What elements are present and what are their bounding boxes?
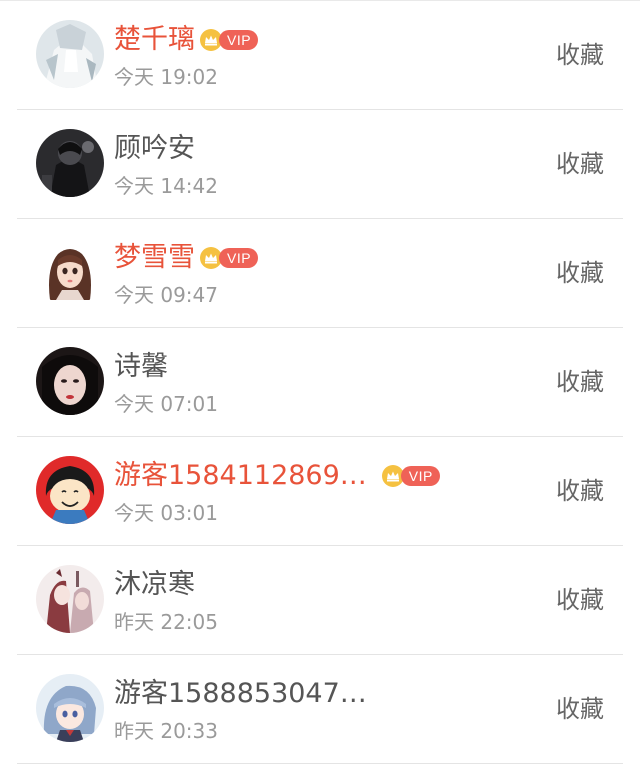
avatar[interactable] bbox=[36, 347, 104, 415]
user-name: 顾吟安 bbox=[114, 133, 195, 164]
user-list: 楚千璃 VIP 今天 19:02 收藏 顾吟安 今天 14:42 收藏 梦雪雪 … bbox=[0, 0, 640, 766]
list-item[interactable]: 游客1588853047… 昨天 20:33 收藏 bbox=[0, 655, 640, 764]
favorite-button[interactable]: 收藏 bbox=[556, 693, 604, 725]
vip-label: VIP bbox=[219, 30, 259, 50]
avatar[interactable] bbox=[36, 238, 104, 306]
list-item[interactable]: 顾吟安 今天 14:42 收藏 bbox=[0, 110, 640, 219]
name-line: 游客1584112869… VIP bbox=[114, 459, 440, 493]
list-item[interactable]: 梦雪雪 VIP 今天 09:47 收藏 bbox=[0, 219, 640, 328]
timestamp: 今天 07:01 bbox=[114, 392, 218, 416]
vip-label: VIP bbox=[219, 248, 259, 268]
user-name: 楚千璃 bbox=[114, 24, 195, 55]
name-line: 游客1588853047… bbox=[114, 677, 367, 711]
favorite-button[interactable]: 收藏 bbox=[556, 148, 604, 180]
avatar[interactable] bbox=[36, 129, 104, 197]
list-item[interactable]: 游客1584112869… VIP 今天 03:01 收藏 bbox=[0, 437, 640, 546]
timestamp: 今天 14:42 bbox=[114, 174, 218, 198]
name-line: 梦雪雪 VIP bbox=[114, 241, 259, 275]
user-name: 诗馨 bbox=[114, 351, 168, 382]
timestamp: 昨天 20:33 bbox=[114, 719, 218, 743]
vip-label: VIP bbox=[400, 466, 440, 486]
avatar[interactable] bbox=[36, 565, 104, 633]
favorite-button[interactable]: 收藏 bbox=[556, 39, 604, 71]
favorite-button[interactable]: 收藏 bbox=[556, 475, 604, 507]
vip-badge: VIP bbox=[381, 465, 440, 487]
list-item[interactable]: 沐凉寒 昨天 22:05 收藏 bbox=[0, 546, 640, 655]
timestamp: 今天 09:47 bbox=[114, 283, 218, 307]
timestamp: 今天 19:02 bbox=[114, 65, 218, 89]
user-name: 梦雪雪 bbox=[114, 242, 195, 273]
user-name: 游客1588853047… bbox=[114, 678, 367, 709]
timestamp: 昨天 22:05 bbox=[114, 610, 218, 634]
avatar[interactable] bbox=[36, 674, 104, 742]
name-line: 楚千璃 VIP bbox=[114, 23, 259, 57]
user-name: 沐凉寒 bbox=[114, 569, 195, 600]
vip-badge: VIP bbox=[199, 247, 259, 269]
list-item[interactable]: 诗馨 今天 07:01 收藏 bbox=[0, 328, 640, 437]
name-line: 沐凉寒 bbox=[114, 568, 195, 602]
avatar[interactable] bbox=[36, 456, 104, 524]
favorite-button[interactable]: 收藏 bbox=[556, 366, 604, 398]
name-line: 顾吟安 bbox=[114, 132, 195, 166]
list-item[interactable]: 楚千璃 VIP 今天 19:02 收藏 bbox=[0, 1, 640, 110]
avatar[interactable] bbox=[36, 20, 104, 88]
favorite-button[interactable]: 收藏 bbox=[556, 584, 604, 616]
favorite-button[interactable]: 收藏 bbox=[556, 257, 604, 289]
user-name: 游客1584112869… bbox=[114, 460, 367, 491]
name-line: 诗馨 bbox=[114, 350, 168, 384]
vip-badge: VIP bbox=[199, 29, 259, 51]
timestamp: 今天 03:01 bbox=[114, 501, 218, 525]
